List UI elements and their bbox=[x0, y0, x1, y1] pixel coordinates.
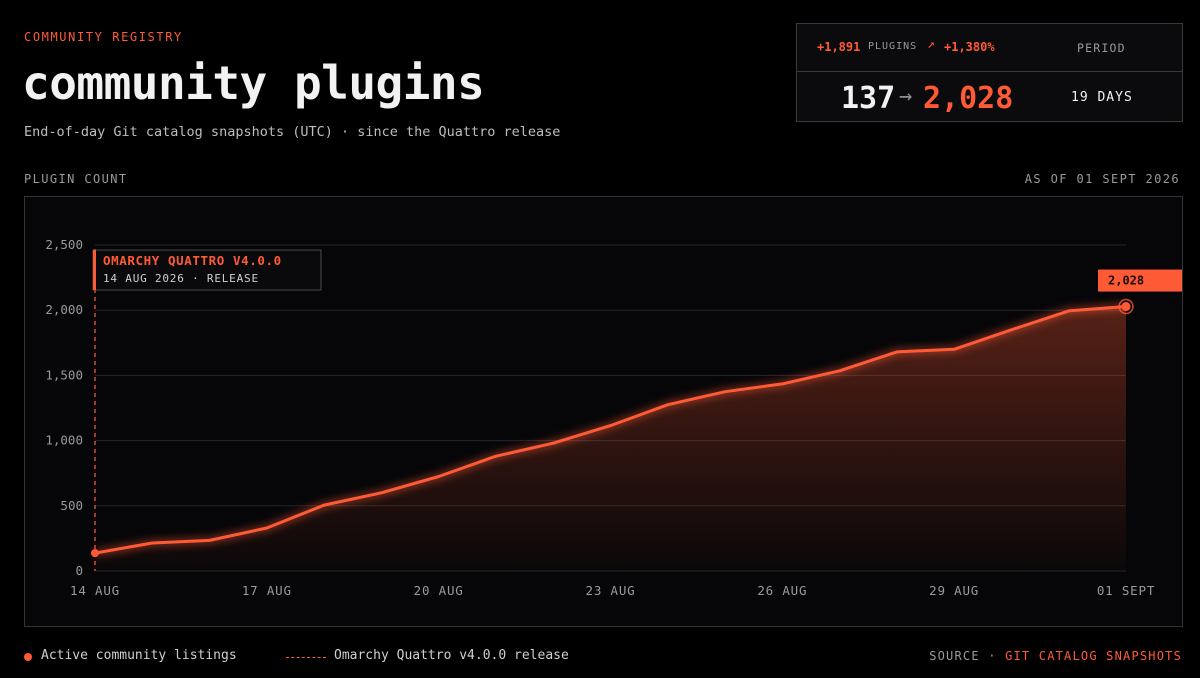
start-point bbox=[91, 549, 99, 558]
x-tick-label: 01 SEPT bbox=[1097, 583, 1155, 598]
arrow-right-icon: → bbox=[899, 84, 913, 109]
dashed-line-icon bbox=[286, 657, 326, 658]
arrow-up-right-icon: ↗ bbox=[927, 37, 935, 52]
x-tick-label: 23 AUG bbox=[586, 583, 636, 598]
source-label: SOURCE bbox=[929, 649, 980, 663]
end-point bbox=[1121, 302, 1131, 312]
eyebrow-label: COMMUNITY REGISTRY bbox=[24, 30, 183, 44]
x-tick-label: 14 AUG bbox=[70, 583, 120, 598]
end-value-label: 2,028 bbox=[1108, 274, 1144, 288]
percent-growth: +1,380% bbox=[944, 40, 995, 54]
x-tick-label: 20 AUG bbox=[414, 583, 464, 598]
y-tick-label: 1,500 bbox=[45, 367, 83, 382]
y-tick-label: 2,500 bbox=[45, 237, 83, 252]
chart-frame: 0 500 1,000 1,500 2,000 2,500 14 AUG 17 AUG 20 A… bbox=[24, 196, 1183, 627]
as-of-date: AS OF 01 SEPT 2026 bbox=[1024, 172, 1180, 186]
annotation-accent-bar bbox=[93, 250, 96, 290]
plugin-count-chart: 0 500 1,000 1,500 2,000 2,500 14 AUG 17 AUG 20 A… bbox=[45, 237, 1182, 598]
plugin-delta-unit: PLUGINS bbox=[868, 41, 918, 52]
annotation-title: OMARCHY QUATTRO V4.0.0 bbox=[103, 253, 282, 268]
y-tick-label: 0 bbox=[75, 563, 83, 578]
period-label: PERIOD bbox=[1077, 41, 1126, 55]
source-credit: SOURCE · GIT CATALOG SNAPSHOTS bbox=[929, 649, 1182, 663]
annotation-subtitle: 14 AUG 2026 · RELEASE bbox=[103, 272, 259, 285]
x-tick-label: 17 AUG bbox=[242, 583, 292, 598]
legend-marker-label: Omarchy Quattro v4.0.0 release bbox=[334, 648, 569, 663]
series-dot-icon bbox=[24, 653, 32, 661]
source-separator: · bbox=[988, 649, 997, 663]
stats-panel: +1,891 PLUGINS ↗ +1,380% PERIOD 137 → 2,… bbox=[796, 23, 1183, 122]
x-tick-label: 29 AUG bbox=[929, 583, 979, 598]
y-tick-label: 500 bbox=[60, 498, 83, 513]
end-count: 2,028 bbox=[923, 81, 1014, 116]
page-title: community plugins bbox=[22, 56, 485, 110]
plugin-delta: +1,891 bbox=[817, 40, 861, 54]
start-count: 137 bbox=[841, 81, 896, 116]
y-axis-title: PLUGIN COUNT bbox=[24, 172, 128, 186]
y-tick-label: 1,000 bbox=[45, 433, 83, 448]
page-subtitle: End-of-day Git catalog snapshots (UTC) ·… bbox=[24, 124, 561, 140]
legend-series-label: Active community listings bbox=[41, 648, 237, 663]
stats-summary-row: +1,891 PLUGINS ↗ +1,380% PERIOD bbox=[797, 24, 1182, 72]
source-value: GIT CATALOG SNAPSHOTS bbox=[1005, 649, 1182, 663]
y-tick-label: 2,000 bbox=[45, 302, 83, 317]
period-value: 19 DAYS bbox=[1071, 90, 1133, 105]
x-tick-label: 26 AUG bbox=[757, 583, 807, 598]
